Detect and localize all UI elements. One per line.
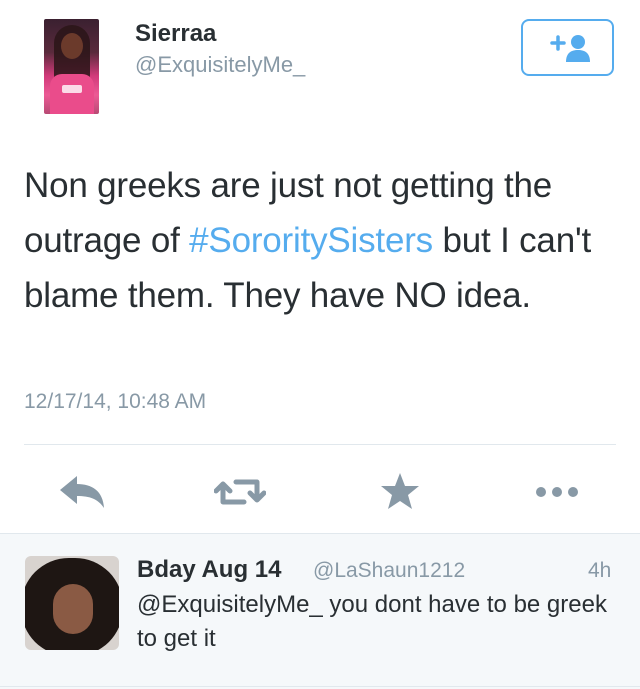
- reply-author-handle[interactable]: @LaShaun1212: [313, 559, 465, 583]
- tweet-timestamp[interactable]: 12/17/14, 10:48 AM: [24, 390, 206, 414]
- retweet-button[interactable]: [213, 470, 267, 514]
- reply-button[interactable]: [60, 470, 110, 514]
- reply-author-avatar[interactable]: [25, 556, 119, 650]
- retweet-icon: [213, 479, 267, 505]
- main-tweet: Sierraa @ExquisitelyMe_ Non greeks are j…: [0, 0, 640, 533]
- hashtag-link[interactable]: #SororitySisters: [189, 221, 433, 260]
- reply-tweet[interactable]: Bday Aug 14 @LaShaun1212 4h @Exquisitely…: [0, 534, 640, 689]
- author-avatar[interactable]: [44, 19, 99, 114]
- author-handle[interactable]: @ExquisitelyMe_: [135, 52, 305, 78]
- reply-icon: [60, 476, 104, 508]
- favorite-button[interactable]: [378, 470, 428, 514]
- reply-time: 4h: [588, 559, 612, 582]
- follow-button[interactable]: [521, 19, 614, 76]
- divider: [24, 444, 616, 445]
- reply-mention-link[interactable]: @ExquisitelyMe_: [137, 591, 323, 618]
- reply-text: @ExquisitelyMe_ you dont have to be gree…: [137, 588, 617, 656]
- tweet-text: Non greeks are just not getting the outr…: [24, 158, 624, 323]
- add-user-icon: [550, 35, 590, 62]
- more-icon: [536, 487, 578, 497]
- favorite-icon: [381, 473, 419, 509]
- reply-author-display-name[interactable]: Bday Aug 14: [137, 556, 281, 584]
- author-display-name[interactable]: Sierraa: [135, 20, 216, 48]
- divider: [0, 686, 640, 687]
- more-button[interactable]: [533, 470, 583, 514]
